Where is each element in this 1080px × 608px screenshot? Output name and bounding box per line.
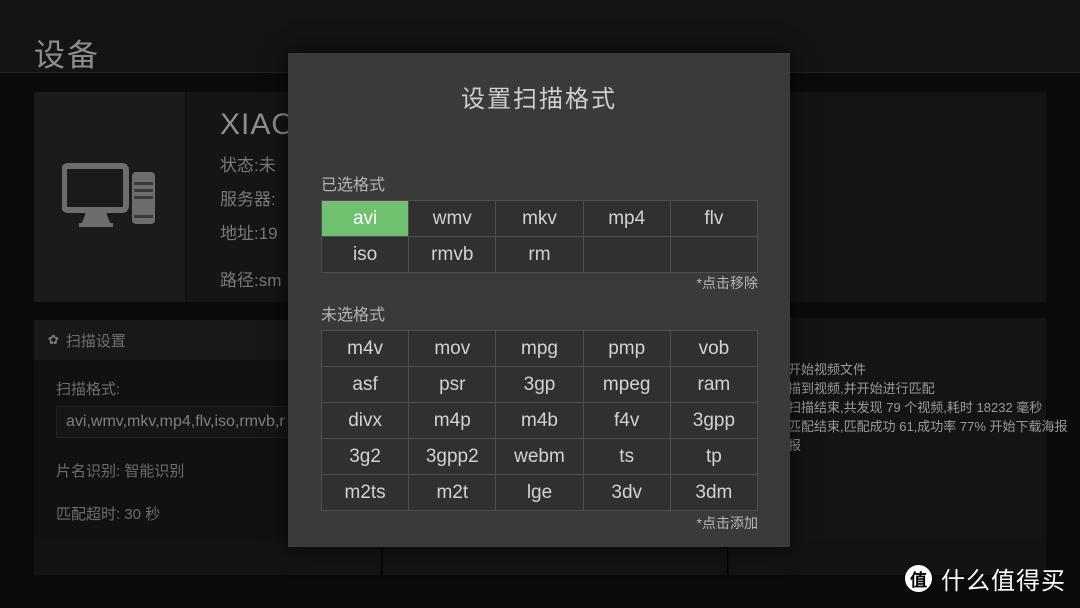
format-cell-m4b[interactable]: m4b — [496, 403, 584, 439]
format-cell-pmp[interactable]: pmp — [583, 331, 671, 367]
selected-formats-grid[interactable]: avi wmv mkv mp4 flv iso rmvb rm — [321, 200, 758, 273]
device-icon-cell — [34, 92, 186, 302]
log-line: 扫描结束,共发现 79 个视频,耗时 18232 毫秒 — [788, 400, 1043, 415]
format-cell-3gpp2[interactable]: 3gpp2 — [409, 439, 497, 475]
page-title: 设备 — [34, 38, 100, 73]
format-cell-avi[interactable]: avi — [322, 201, 410, 237]
format-cell-ram[interactable]: ram — [670, 367, 758, 403]
device-address: 地址:19 — [220, 224, 278, 243]
gear-icon: ✿ — [48, 332, 59, 347]
log-line: 报 — [788, 438, 802, 453]
format-cell-3g2[interactable]: 3g2 — [322, 439, 410, 475]
format-cell-3gp[interactable]: 3gp — [496, 367, 584, 403]
log-line: 开始视频文件 — [788, 362, 867, 377]
format-cell-vob[interactable]: vob — [670, 331, 758, 367]
format-cell-3gpp[interactable]: 3gpp — [670, 403, 758, 439]
format-cell-rmvb[interactable]: rmvb — [409, 237, 497, 273]
device-info: XIAO 状态:未 服务器: 地址:19 路径:sm — [220, 108, 296, 291]
dialog-title: 设置扫描格式 — [461, 86, 617, 113]
format-cell-lge[interactable]: lge — [496, 475, 584, 511]
log-text: 开始视频文件 描到视频,并开始进行匹配 扫描结束,共发现 79 个视频,耗时 1… — [788, 360, 1068, 455]
format-cell-mkv[interactable]: mkv — [496, 201, 584, 237]
format-cell-divx[interactable]: divx — [322, 403, 410, 439]
format-cell-flv[interactable]: flv — [670, 201, 758, 237]
unselected-formats-hint: *点击添加 — [696, 515, 758, 531]
format-cell-ts[interactable]: ts — [583, 439, 671, 475]
format-cell-tp[interactable]: tp — [670, 439, 758, 475]
format-cell-asf[interactable]: asf — [322, 367, 410, 403]
format-cell-3dm[interactable]: 3dm — [670, 475, 758, 511]
log-line: 描到视频,并开始进行匹配 — [788, 381, 935, 396]
format-cell-rm[interactable]: rm — [496, 237, 584, 273]
format-cell-wmv[interactable]: wmv — [409, 201, 497, 237]
format-cell-mov[interactable]: mov — [409, 331, 497, 367]
format-cell-empty-9 — [670, 237, 758, 273]
watermark: 值 什么值得买 — [905, 561, 1066, 596]
selected-formats-hint: *点击移除 — [696, 275, 758, 291]
format-cell-mpeg[interactable]: mpeg — [583, 367, 671, 403]
format-cell-webm[interactable]: webm — [496, 439, 584, 475]
unselected-formats-grid[interactable]: m4v mov mpg pmp vob asf psr 3gp mpeg ram divx m4p m4… — [321, 330, 758, 511]
format-cell-m4p[interactable]: m4p — [409, 403, 497, 439]
watermark-text: 什么值得买 — [941, 568, 1066, 595]
format-cell-psr[interactable]: psr — [409, 367, 497, 403]
desktop-computer-icon — [61, 160, 158, 234]
format-cell-f4v[interactable]: f4v — [583, 403, 671, 439]
unselected-formats-label: 未选格式 — [321, 307, 386, 324]
device-status: 状态:未 — [220, 156, 276, 175]
watermark-logo-icon: 值 — [905, 565, 932, 592]
format-cell-m2ts[interactable]: m2ts — [322, 475, 410, 511]
format-cell-mp4[interactable]: mp4 — [583, 201, 671, 237]
format-cell-iso[interactable]: iso — [322, 237, 410, 273]
scan-format-dialog: 设置扫描格式 已选格式 avi wmv mkv mp4 flv iso rmvb rm *点击… — [288, 53, 790, 547]
scan-settings-title: 扫描设置 — [65, 332, 126, 350]
format-cell-3dv[interactable]: 3dv — [583, 475, 671, 511]
device-path: 路径:sm — [220, 271, 282, 290]
log-line: 匹配结束,匹配成功 61,成功率 77% 开始下载海报 — [788, 419, 1068, 434]
device-server: 服务器: — [220, 190, 276, 209]
selected-formats-label: 已选格式 — [321, 177, 386, 194]
format-cell-empty-8 — [583, 237, 671, 273]
log-panel-top — [788, 92, 1046, 302]
format-cell-mpg[interactable]: mpg — [496, 331, 584, 367]
format-cell-m2t[interactable]: m2t — [409, 475, 497, 511]
device-name: XIAO — [220, 108, 296, 141]
format-cell-m4v[interactable]: m4v — [322, 331, 410, 367]
